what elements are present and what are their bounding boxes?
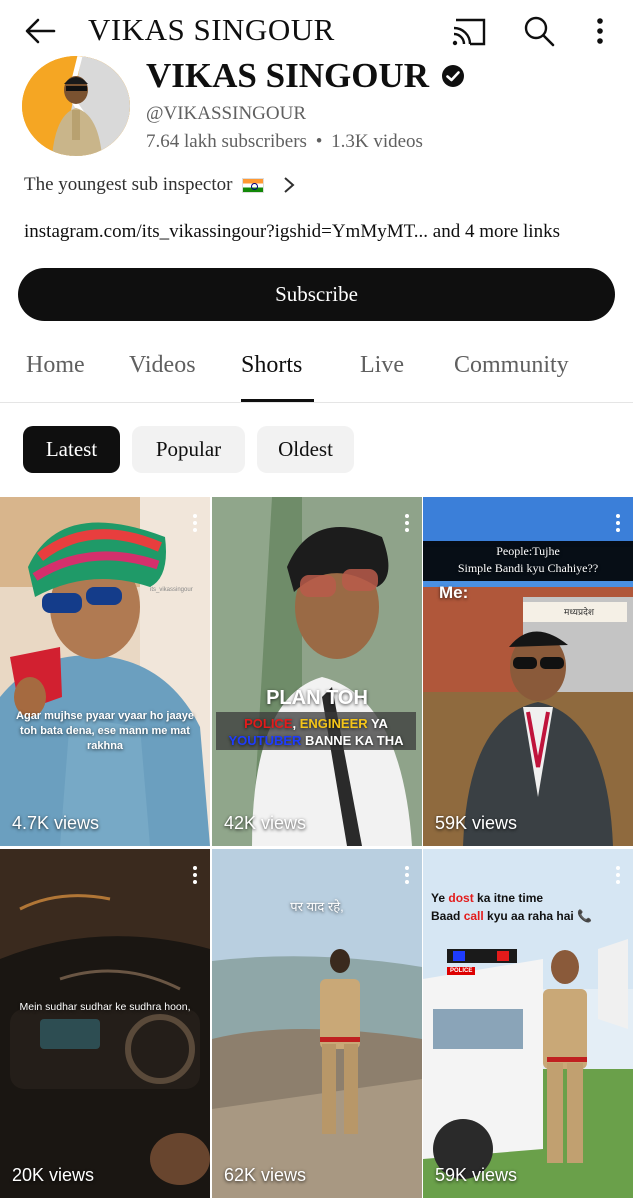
short-more-icon[interactable] (404, 865, 410, 885)
short-thumbnail[interactable]: Mein sudhar sudhar ke sudhra hoon, 20K v… (0, 849, 210, 1198)
tab-shorts[interactable]: Shorts (241, 352, 302, 379)
short-more-icon[interactable] (615, 513, 621, 533)
short-thumbnail[interactable]: POLICE Ye dost ka itne time Baad call ky… (423, 849, 633, 1198)
watermark-text: its_vikassingour (150, 587, 193, 593)
caption-line-1: People:Tujhe (496, 544, 560, 558)
tab-videos[interactable]: Videos (129, 352, 196, 379)
cast-icon[interactable] (450, 14, 488, 48)
active-tab-indicator (241, 399, 314, 402)
caption-word-ya: YA (367, 716, 388, 731)
channel-handle: @VIKASSINGOUR (146, 103, 307, 124)
short-views: 42K views (224, 813, 307, 833)
short-more-icon[interactable] (192, 513, 198, 533)
subscribe-button[interactable]: Subscribe (18, 268, 615, 321)
top-app-bar: VIKAS SINGOUR (0, 0, 633, 62)
app-bar-title: VIKAS SINGOUR (88, 12, 335, 47)
caption-comma: , (292, 716, 300, 731)
channel-avatar[interactable] (22, 56, 130, 156)
video-count: 1.3K videos (331, 131, 423, 152)
caption-rest: BANNE KA THA (301, 733, 404, 748)
short-more-icon[interactable] (615, 865, 621, 885)
caption-line-2: Simple Bandi kyu Chahiye?? (457, 561, 599, 575)
sign-text: मध्यप्रदेश (563, 607, 594, 617)
channel-description[interactable]: The youngest sub inspector (24, 174, 298, 196)
caption-part-d: Baad (431, 909, 464, 923)
channel-name: VIKAS SINGOUR (146, 56, 465, 96)
short-caption: People:Tujhe Simple Bandi kyu Chahiye?? (423, 543, 633, 577)
caption-word-youtuber: YOUTUBER (228, 733, 302, 748)
short-caption: पर याद रहे, (290, 899, 344, 914)
short-thumbnail[interactable]: Agar mujhse pyaar vyaar ho jaaye toh bat… (0, 497, 210, 846)
thumbnail-image (212, 497, 422, 846)
verified-badge-icon (441, 65, 464, 87)
channel-tabs: Home Videos Shorts Live Community (0, 340, 633, 403)
short-caption-title: PLAN TOH (266, 687, 368, 709)
caption-word-engineer: ENGINEER (299, 716, 368, 731)
thumbnail-image (0, 497, 210, 846)
search-icon[interactable] (522, 14, 556, 48)
india-flag-icon (242, 177, 265, 193)
tab-home[interactable]: Home (26, 352, 85, 379)
back-arrow-icon[interactable] (22, 14, 58, 48)
short-views: 59K views (435, 1165, 518, 1185)
chevron-right-icon (284, 177, 295, 193)
caption-part-a: Ye (431, 891, 449, 905)
chip-oldest[interactable]: Oldest (257, 426, 354, 473)
caption-part-f: kyu aa raha hai 📞 (483, 909, 593, 923)
subscriber-count: 7.64 lakh subscribers (146, 131, 307, 152)
channel-links[interactable]: instagram.com/its_vikassingour?igshid=Ym… (24, 221, 560, 243)
shorts-grid: Agar mujhse pyaar vyaar ho jaaye toh bat… (0, 497, 633, 1200)
caption-part-c: ka itne time (473, 891, 544, 905)
short-more-icon[interactable] (404, 513, 410, 533)
short-caption: POLICE, ENGINEER YA YOUTUBER BANNE KA TH… (216, 715, 416, 749)
short-caption: Mein sudhar sudhar ke sudhra hoon, (19, 1001, 191, 1013)
channel-name-text: VIKAS SINGOUR (146, 56, 429, 95)
short-views: 20K views (12, 1165, 95, 1185)
tab-community[interactable]: Community (454, 352, 569, 379)
short-thumbnail[interactable]: People:Tujhe Simple Bandi kyu Chahiye?? … (423, 497, 633, 846)
stats-separator: • (315, 131, 323, 152)
short-more-icon[interactable] (192, 865, 198, 885)
short-caption: Ye dost ka itne time Baad call kyu aa ra… (431, 889, 627, 925)
short-thumbnail[interactable]: पर याद रहे, 62K views (212, 849, 422, 1198)
chip-popular[interactable]: Popular (132, 426, 245, 473)
thumbnail-image (0, 849, 210, 1198)
short-views: 59K views (435, 813, 518, 833)
chip-latest[interactable]: Latest (23, 426, 120, 473)
caption-word-call: call (463, 909, 484, 923)
tab-live[interactable]: Live (360, 352, 404, 379)
short-views: 62K views (224, 1165, 307, 1185)
description-text: The youngest sub inspector (24, 174, 233, 195)
short-thumbnail[interactable]: PLAN TOH POLICE, ENGINEER YA YOUTUBER BA… (212, 497, 422, 846)
short-views: 4.7K views (12, 813, 100, 833)
channel-stats: 7.64 lakh subscribers • 1.3K videos (146, 131, 423, 153)
caption-word-dost: dost (448, 891, 474, 905)
caption-me: Me: (439, 583, 469, 602)
short-caption: Agar mujhse pyaar vyaar ho jaaye toh bat… (16, 710, 194, 752)
caption-word-police: POLICE (244, 716, 293, 731)
police-badge: POLICE (447, 967, 476, 975)
more-vert-icon[interactable] (588, 14, 612, 48)
